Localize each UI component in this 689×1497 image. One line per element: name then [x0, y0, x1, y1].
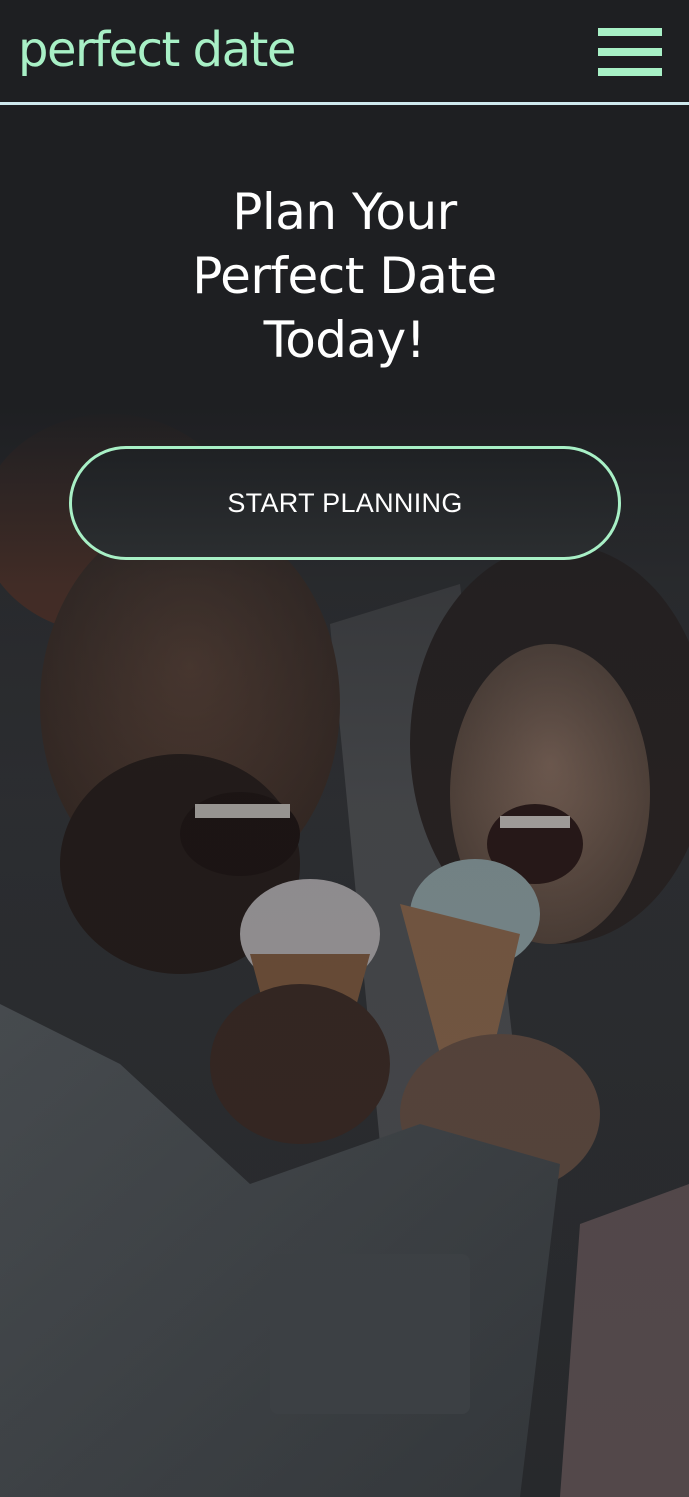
site-header: perfect date	[0, 0, 689, 105]
hero-headline: Plan Your Perfect Date Today!	[0, 180, 689, 372]
brand-logo[interactable]: perfect date	[18, 20, 296, 80]
headline-line: Today!	[263, 311, 426, 369]
hamburger-menu-icon[interactable]	[598, 28, 662, 76]
menu-bar	[598, 28, 662, 36]
menu-bar	[598, 68, 662, 76]
menu-bar	[598, 48, 662, 56]
landing-page: perfect date Plan Your Perfect Date Toda…	[0, 0, 689, 1497]
headline-line: Plan Your	[232, 183, 457, 241]
headline-line: Perfect Date	[192, 247, 497, 305]
start-planning-button[interactable]: START PLANNING	[69, 446, 621, 560]
